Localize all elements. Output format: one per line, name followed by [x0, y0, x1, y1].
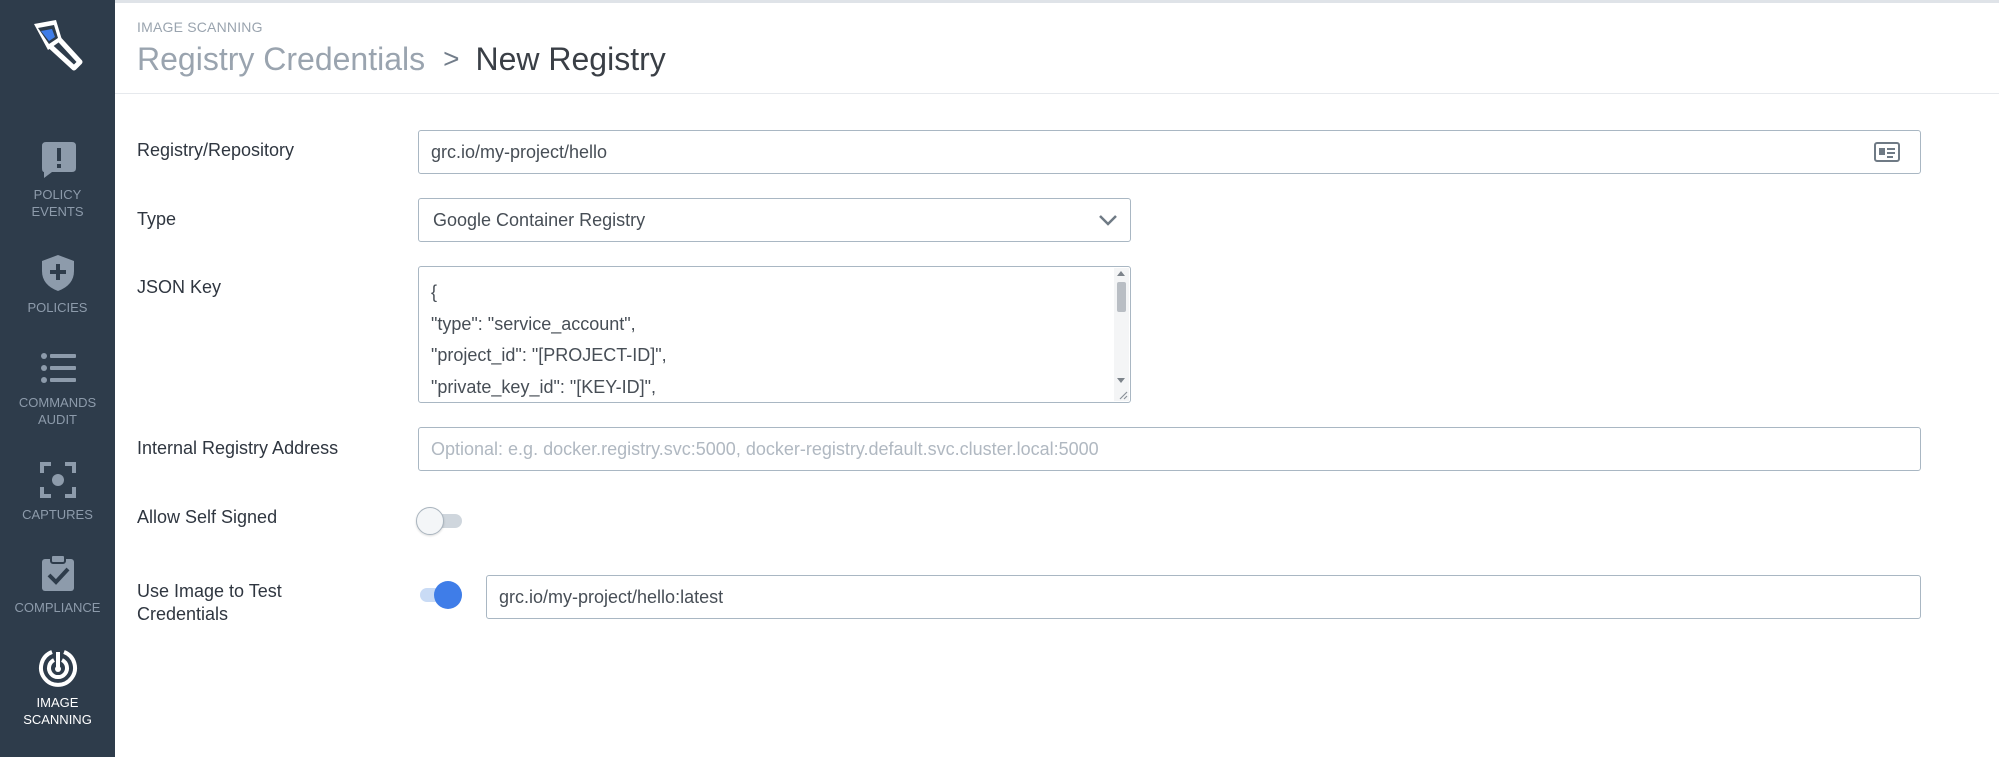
type-label: Type	[137, 209, 177, 229]
test-image-label-line: Use Image to Test	[137, 581, 282, 601]
sidebar-item-policy-events[interactable]: POLICY EVENTS	[0, 140, 115, 220]
toggle-knob	[416, 507, 444, 535]
sidebar-item-label: COMPLIANCE	[14, 600, 101, 615]
id-card-icon[interactable]	[1874, 142, 1900, 162]
sidebar-item-label: COMMANDS AUDIT	[18, 395, 97, 427]
scroll-up-arrow-icon[interactable]	[1117, 271, 1125, 276]
section-label: IMAGE SCANNING	[137, 19, 263, 35]
list-icon	[40, 353, 76, 383]
breadcrumb: Registry Credentials > New Registry	[137, 37, 666, 81]
sidebar-item-policies[interactable]: POLICIES	[0, 253, 115, 316]
internal-address-placeholder: Optional: e.g. docker.registry.svc:5000,…	[431, 438, 1099, 459]
allow-self-signed-toggle[interactable]	[416, 505, 464, 535]
chevron-down-icon	[1099, 215, 1117, 226]
json-key-line: {	[431, 282, 438, 302]
breadcrumb-separator: >	[443, 43, 460, 74]
sidebar-item-captures[interactable]: CAPTURES	[0, 460, 115, 523]
sidebar-item-compliance[interactable]: COMPLIANCE	[0, 553, 115, 616]
test-image-label-line: Credentials	[137, 604, 229, 624]
registry-value: grc.io/my-project/hello	[431, 141, 608, 162]
sidebar-item-label: POLICIES	[27, 300, 88, 315]
type-selected-value: Google Container Registry	[433, 209, 646, 230]
capture-focus-icon	[39, 462, 76, 498]
json-key-line: "private_key_id": "[KEY-ID]",	[431, 376, 656, 397]
test-image-label: Use Image to Test Credentials	[137, 580, 282, 626]
page-title: New Registry	[475, 40, 666, 77]
logo-icon[interactable]	[28, 16, 86, 74]
registry-input[interactable]: grc.io/my-project/hello	[418, 130, 1921, 174]
test-image-value: grc.io/my-project/hello:latest	[499, 586, 724, 607]
json-key-label: JSON Key	[137, 277, 222, 297]
sidebar-item-label: POLICY EVENTS	[31, 187, 84, 219]
sidebar-item-label: IMAGE SCANNING	[23, 695, 92, 727]
registry-label: Registry/Repository	[137, 140, 295, 160]
internal-address-label: Internal Registry Address	[137, 438, 339, 458]
page-header: IMAGE SCANNING Registry Credentials > Ne…	[115, 3, 1999, 94]
breadcrumb-parent-link[interactable]: Registry Credentials	[137, 41, 425, 78]
toggle-knob	[434, 581, 462, 609]
sidebar-item-label: CAPTURES	[22, 507, 93, 522]
scroll-thumb[interactable]	[1117, 282, 1126, 312]
sidebar-item-image-scanning[interactable]: IMAGE SCANNING	[0, 648, 115, 728]
type-select[interactable]: Google Container Registry	[418, 198, 1131, 242]
resize-grip-icon[interactable]	[1118, 390, 1128, 400]
test-image-input[interactable]: grc.io/my-project/hello:latest	[486, 575, 1921, 619]
clipboard-check-icon	[41, 554, 74, 591]
scroll-down-arrow-icon[interactable]	[1117, 378, 1125, 383]
json-key-line: "project_id": "[PROJECT-ID]",	[431, 345, 667, 365]
allow-self-signed-label: Allow Self Signed	[137, 507, 278, 527]
json-key-textarea[interactable]: { "type": "service_account", "project_id…	[418, 266, 1131, 403]
sidebar-item-commands-audit[interactable]: COMMANDS AUDIT	[0, 348, 115, 428]
json-key-scrollbar[interactable]	[1114, 268, 1129, 401]
json-key-line: "type": "service_account",	[431, 313, 636, 334]
alert-bubble-icon	[41, 142, 76, 178]
test-image-toggle[interactable]	[416, 579, 464, 609]
sidebar: POLICY EVENTS POLICIES COMMANDS AUDIT CA…	[0, 0, 115, 757]
shield-plus-icon	[41, 255, 74, 291]
radar-icon	[38, 650, 77, 687]
internal-address-input[interactable]: Optional: e.g. docker.registry.svc:5000,…	[418, 427, 1921, 471]
